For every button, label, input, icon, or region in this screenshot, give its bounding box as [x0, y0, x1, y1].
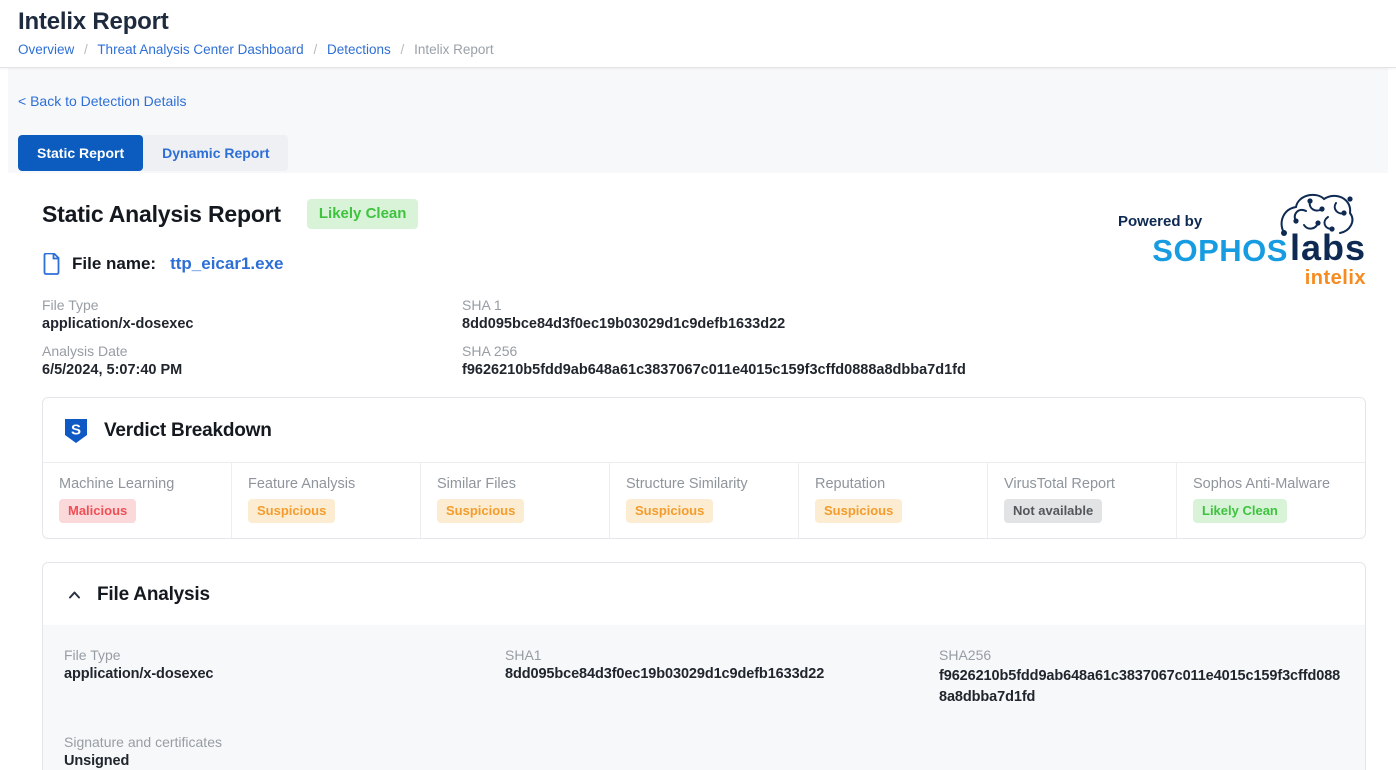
verdict-structure-similarity: Structure Similarity Suspicious [609, 463, 798, 538]
back-to-detection-details-link[interactable]: < Back to Detection Details [18, 93, 186, 109]
verdict-badge-suspicious: Suspicious [437, 499, 524, 523]
intelix-wordmark: intelix [1114, 267, 1366, 290]
verdict-label: Structure Similarity [626, 476, 782, 492]
verdict-badge-suspicious: Suspicious [815, 499, 902, 523]
sha256-value: f9626210b5fdd9ab648a61c3837067c011e4015c… [462, 362, 1368, 378]
fa-file-type-value: application/x-dosexec [64, 666, 505, 682]
analysis-date-value: 6/5/2024, 5:07:40 PM [42, 362, 462, 378]
verdict-label: Sophos Anti-Malware [1193, 476, 1349, 492]
meta-analysis-date: Analysis Date 6/5/2024, 5:07:40 PM [42, 343, 462, 378]
verdict-badge-malicious: Malicious [59, 499, 136, 523]
verdict-badge-not-available: Not available [1004, 499, 1102, 523]
fa-sha256-value: f9626210b5fdd9ab648a61c3837067c011e4015c… [939, 666, 1345, 708]
analysis-date-label: Analysis Date [42, 343, 462, 359]
breadcrumb: Overview / Threat Analysis Center Dashbo… [18, 42, 1396, 57]
breadcrumb-separator: / [313, 42, 317, 57]
verdict-similar-files: Similar Files Suspicious [420, 463, 609, 538]
report-title: Static Analysis Report [42, 201, 281, 228]
fa-file-type: File Type application/x-dosexec [64, 647, 505, 708]
meta-sha1: SHA 1 8dd095bce84d3f0ec19b03029d1c9defb1… [462, 297, 1368, 332]
sophos-wordmark: SOPHOS [1152, 235, 1288, 266]
overall-verdict-badge: Likely Clean [307, 199, 419, 229]
tab-dynamic-report[interactable]: Dynamic Report [143, 135, 288, 171]
page-body: < Back to Detection Details Static Repor… [8, 68, 1388, 770]
file-name-link[interactable]: ttp_eicar1.exe [170, 254, 283, 274]
fa-file-type-label: File Type [64, 647, 505, 663]
meta-file-type: File Type application/x-dosexec [42, 297, 462, 332]
verdict-reputation: Reputation Suspicious [798, 463, 987, 538]
report-tab-bar: Static Report Dynamic Report [18, 135, 288, 171]
fa-signature-value: Unsigned [64, 753, 505, 769]
verdict-label: Feature Analysis [248, 476, 404, 492]
verdict-breakdown-title: Verdict Breakdown [104, 420, 272, 442]
verdict-badge-suspicious: Suspicious [626, 499, 713, 523]
sophos-shield-icon: S [63, 417, 89, 445]
verdict-label: VirusTotal Report [1004, 476, 1160, 492]
verdict-breakdown-card: S Verdict Breakdown Machine Learning Mal… [42, 397, 1366, 539]
file-analysis-title: File Analysis [97, 584, 210, 606]
fa-sha256-label: SHA256 [939, 647, 1345, 663]
page-title: Intelix Report [18, 8, 1396, 36]
verdict-label: Reputation [815, 476, 971, 492]
page-header: Intelix Report Overview / Threat Analysi… [0, 0, 1396, 68]
fa-sha1: SHA1 8dd095bce84d3f0ec19b03029d1c9defb16… [505, 647, 939, 708]
verdict-row: Machine Learning Malicious Feature Analy… [43, 462, 1365, 538]
file-type-value: application/x-dosexec [42, 316, 462, 332]
fa-sha256: SHA256 f9626210b5fdd9ab648a61c3837067c01… [939, 647, 1345, 708]
svg-text:S: S [71, 422, 81, 439]
breadcrumb-current: Intelix Report [414, 42, 494, 57]
file-analysis-card: File Analysis File Type application/x-do… [42, 562, 1366, 770]
sha1-value: 8dd095bce84d3f0ec19b03029d1c9defb1633d22 [462, 316, 1368, 332]
verdict-sophos-anti-malware: Sophos Anti-Malware Likely Clean [1176, 463, 1365, 538]
verdict-badge-suspicious: Suspicious [248, 499, 335, 523]
sha1-label: SHA 1 [462, 297, 1368, 313]
verdict-machine-learning: Machine Learning Malicious [43, 463, 231, 538]
chevron-up-icon[interactable] [68, 590, 81, 600]
fa-sha1-value: 8dd095bce84d3f0ec19b03029d1c9defb1633d22 [505, 666, 939, 682]
verdict-feature-analysis: Feature Analysis Suspicious [231, 463, 420, 538]
verdict-label: Similar Files [437, 476, 593, 492]
breadcrumb-separator: / [84, 42, 88, 57]
meta-sha256: SHA 256 f9626210b5fdd9ab648a61c3837067c0… [462, 343, 1368, 378]
fa-sha1-label: SHA1 [505, 647, 939, 663]
sophoslabs-intelix-logo: Powered by SOPHOS labs intelix [1114, 199, 1366, 290]
brain-circuit-icon [1270, 187, 1358, 247]
file-analysis-body: File Type application/x-dosexec SHA1 8dd… [43, 625, 1365, 770]
file-icon [42, 253, 61, 275]
fa-signature: Signature and certificates Unsigned [64, 734, 505, 769]
verdict-badge-likely-clean: Likely Clean [1193, 499, 1287, 523]
file-name-label: File name: [72, 254, 156, 274]
breadcrumb-detections[interactable]: Detections [327, 42, 391, 57]
static-report-panel: Powered by SOPHOS labs intelix Static An… [8, 173, 1388, 770]
fa-signature-label: Signature and certificates [64, 734, 505, 750]
breadcrumb-threat-analysis-center[interactable]: Threat Analysis Center Dashboard [97, 42, 303, 57]
tab-static-report[interactable]: Static Report [18, 135, 143, 171]
file-meta-grid: File Type application/x-dosexec SHA 1 8d… [42, 297, 1368, 378]
verdict-virustotal-report: VirusTotal Report Not available [987, 463, 1176, 538]
verdict-label: Machine Learning [59, 476, 215, 492]
sha256-label: SHA 256 [462, 343, 1368, 359]
file-type-label: File Type [42, 297, 462, 313]
breadcrumb-separator: / [401, 42, 405, 57]
breadcrumb-overview[interactable]: Overview [18, 42, 74, 57]
